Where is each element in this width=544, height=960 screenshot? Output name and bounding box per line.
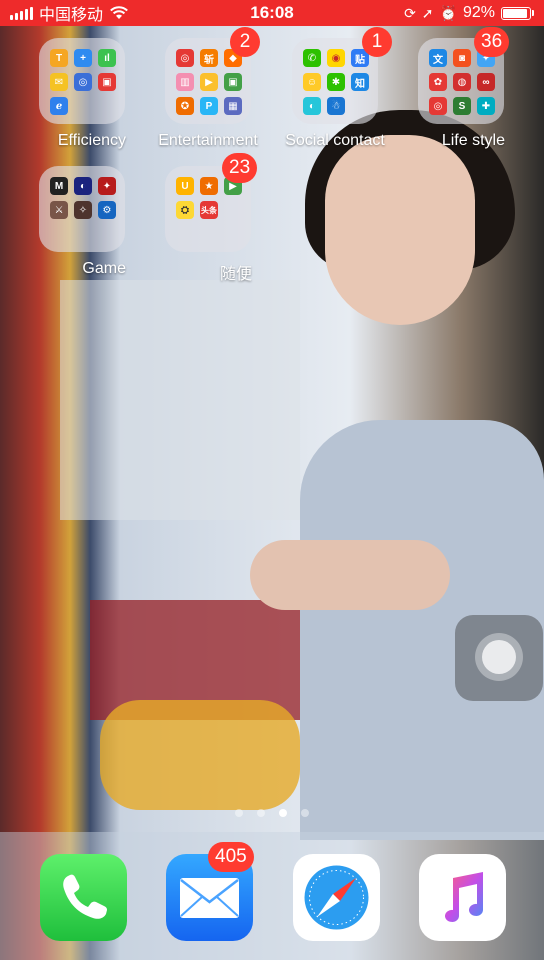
location-icon: ➚ <box>421 5 434 21</box>
folder-entertainment[interactable]: ◎ 斩 ◆ ▥ ▶ ▣ ✪ P ▦ Entertainment 2 <box>158 27 260 150</box>
netease-music-mini-icon: ◎ <box>176 49 194 67</box>
photo-mini-icon: ▥ <box>176 73 194 91</box>
meituan-mini-icon: ◎ <box>429 97 447 115</box>
notification-badge: 405 <box>208 842 254 872</box>
folder-label: Life style <box>441 132 505 149</box>
game-mini-icon: ✪ <box>176 97 194 115</box>
folder-label: Efficiency <box>57 132 126 149</box>
tv-mini-icon: ▣ <box>224 73 242 91</box>
zhihu-mini-icon: 知 <box>351 73 369 91</box>
page-dot[interactable] <box>235 809 243 817</box>
weather-mini-icon: ✿ <box>429 73 447 91</box>
folder-game-box[interactable]: M ◐ ✦ ⚔ ✧ ⚙ <box>39 166 125 252</box>
page-dot[interactable] <box>301 809 309 817</box>
rotation-lock-icon: ⟳ <box>404 5 416 21</box>
wallpaper-graffiti <box>100 700 300 810</box>
wechat-mini-icon: ✆ <box>303 49 321 67</box>
unionpay-mini-icon: ∞ <box>477 73 495 91</box>
page-dot[interactable] <box>257 809 265 817</box>
folder-game[interactable]: M ◐ ✦ ⚔ ✧ ⚙ Game <box>38 166 126 278</box>
wallpaper-window <box>60 280 300 520</box>
page-indicator[interactable] <box>0 809 544 817</box>
page-dot-active[interactable] <box>279 809 287 817</box>
shop-mini-icon: S <box>453 97 471 115</box>
game-hero-mini-icon: ★ <box>200 177 218 195</box>
folder-efficiency-box[interactable]: T + ıl ✉ ◎ ▣ ℯ <box>39 38 125 124</box>
moments-mini-icon: ✱ <box>327 73 345 91</box>
pubg-mini-icon: ⚔ <box>50 201 68 219</box>
office-mini-icon: ▣ <box>98 73 116 91</box>
folder-social-contact[interactable]: ✆ ◉ 贴 ☺ ✱ 知 ◐ ☃ Social contact 1 <box>285 27 392 150</box>
notification-badge: 2 <box>230 27 260 57</box>
momo-mini-icon: ☺ <box>303 73 321 91</box>
bank-mini-icon: ◍ <box>453 73 471 91</box>
dock: 405 <box>0 832 544 960</box>
stats-mini-icon: ıl <box>98 49 116 67</box>
mail-mini-icon: ✉ <box>50 73 68 91</box>
browser-mini-icon: ℯ <box>50 97 68 115</box>
qq-mini-icon: ☃ <box>327 97 345 115</box>
wifi-icon <box>110 6 128 19</box>
signal-icon <box>10 6 33 20</box>
alarm-icon: ⏰ <box>439 5 457 21</box>
carrier-name: 中国移动 <box>39 7 104 24</box>
calculator-mini-icon: + <box>74 49 92 67</box>
map-mini-icon: ◙ <box>453 49 471 67</box>
status-bar: 中国移动 16:08 ⟳ ➚ ⏰ 92% <box>0 0 544 26</box>
game-red-mini-icon: ✦ <box>98 177 116 195</box>
folder-life-style[interactable]: 文 ◙ ✦ ✿ ◍ ∞ ◎ S ✚ Life style 36 <box>417 27 510 150</box>
compass-mini-icon: ◎ <box>74 73 92 91</box>
phone-app-icon[interactable] <box>40 854 127 941</box>
notes-mini-icon: T <box>50 49 68 67</box>
play-mini-icon: ▶ <box>200 73 218 91</box>
compass-icon <box>304 865 369 930</box>
folder-label: Game <box>82 260 126 277</box>
qzone-mini-icon: ◐ <box>303 97 321 115</box>
toutiao-mini-icon: 头条 <box>200 201 218 219</box>
notification-badge: 36 <box>474 27 510 57</box>
phone-icon <box>63 874 107 919</box>
folder-label: 随便 <box>219 266 252 283</box>
wallpaper-figure-face <box>325 135 475 325</box>
notification-badge: 23 <box>222 153 258 183</box>
wallpaper-figure-arm <box>250 540 450 610</box>
steam-mini-icon: ◐ <box>74 177 92 195</box>
safari-app-icon[interactable] <box>293 854 380 941</box>
music-note-icon <box>445 872 483 922</box>
game-m-mini-icon: M <box>50 177 68 195</box>
rpg-mini-icon: ✧ <box>74 201 92 219</box>
strategy-mini-icon: ⚙ <box>98 201 116 219</box>
folder-label: Social contact <box>285 132 385 149</box>
assistive-touch-button[interactable] <box>455 615 543 701</box>
mail-app-icon[interactable]: 405 <box>166 842 254 941</box>
battery-fill <box>503 8 527 18</box>
pdd-mini-icon: P <box>200 97 218 115</box>
dict-mini-icon: 文 <box>429 49 447 67</box>
music-app-icon[interactable] <box>419 854 506 941</box>
health-mini-icon: ✚ <box>477 97 495 115</box>
qr-mini-icon: ▦ <box>224 97 242 115</box>
folder-label: Entertainment <box>158 132 258 149</box>
folder-random[interactable]: U ★ ▶ ⛭ 头条 随便 23 <box>164 153 258 284</box>
video-mini-icon: 斩 <box>200 49 218 67</box>
battery-percent: 92% <box>462 4 495 21</box>
weibo-mini-icon: ◉ <box>327 49 345 67</box>
settings-mini-icon: ⛭ <box>176 201 194 219</box>
folder-efficiency[interactable]: T + ıl ✉ ◎ ▣ ℯ Efficiency <box>38 38 126 150</box>
battery-icon <box>501 6 534 20</box>
notification-badge: 1 <box>362 27 392 57</box>
uc-mini-icon: U <box>176 177 194 195</box>
